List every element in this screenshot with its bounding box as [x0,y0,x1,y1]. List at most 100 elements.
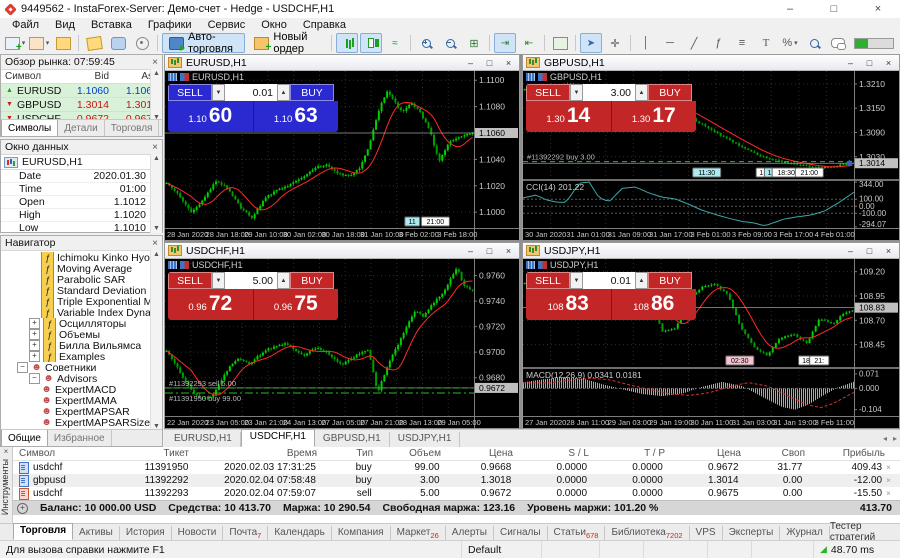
chart-window-titlebar[interactable]: USDCHF,H1–□× [165,243,519,259]
buy-button[interactable]: BUY [290,84,334,101]
depth-icon[interactable] [180,261,189,269]
navigator-item[interactable]: Variable Index Dynamic A [1,307,162,318]
buy-price[interactable]: 0.9675 [253,289,339,320]
autotrading-button[interactable]: Авто-торговля [162,33,245,53]
market-watch-row[interactable]: ▼GBPUSD1.30141.3017 [1,98,162,112]
buy-button[interactable]: BUY [648,84,692,101]
market-watch-scrollbar[interactable]: ▲▼ [150,69,162,122]
navigator-item[interactable]: +Билла Вильямса [1,340,162,351]
depth-icon[interactable] [180,73,189,81]
terminal-tab-Алерты[interactable]: Алерты [446,526,494,540]
volume-down-icon[interactable]: ▼ [212,84,225,101]
search-button[interactable] [803,33,825,53]
expander-icon[interactable]: + [29,329,40,340]
indicators-button[interactable] [549,33,571,53]
volume-up-icon[interactable]: ▲ [635,84,648,101]
navigator-item[interactable]: ExpertMACD [1,384,162,395]
crosshair-button[interactable]: ✛ [604,33,626,53]
close-icon[interactable]: × [881,57,896,69]
order-row[interactable]: gbpusd113922922020.02.04 07:58:48buy3.00… [13,474,900,487]
maximize-icon[interactable]: □ [862,245,877,257]
navigator-item[interactable]: Moving Average [1,263,162,274]
navigator-item[interactable]: ExpertMAMA [1,395,162,406]
data-window-toggle[interactable] [107,33,129,53]
chart-window-titlebar[interactable]: EURUSD,H1–□× [165,55,519,71]
zoom-in-button[interactable] [415,33,437,53]
menu-item-5[interactable]: Окно [253,19,295,31]
close-icon[interactable]: × [0,447,12,457]
expander-icon[interactable]: − [29,373,40,384]
chart-shift-button[interactable]: ⇤ [518,33,540,53]
new-order-button[interactable]: Новый ордер [247,33,327,53]
volume-input[interactable]: 5.00 [225,272,277,289]
close-icon[interactable]: × [501,57,516,69]
mw-tab-1[interactable]: Детали [58,120,104,136]
auto-scroll-button[interactable]: ⇥ [494,33,516,53]
close-icon[interactable]: × [501,245,516,257]
sell-button[interactable]: SELL [168,272,212,289]
navigator-scrollbar[interactable]: ▲▼ [150,250,162,431]
expander-icon[interactable]: + [29,340,40,351]
buy-button[interactable]: BUY [290,272,334,289]
terminal-col-0[interactable]: Символ [13,448,97,459]
nav-tab-0[interactable]: Общие [1,429,48,446]
close-icon[interactable]: × [152,142,158,153]
expander-icon[interactable]: + [29,318,40,329]
terminal-col-6[interactable]: S / L [517,448,593,459]
menu-item-1[interactable]: Вид [47,19,83,31]
navigator-item[interactable]: +Examples [1,351,162,362]
sell-price[interactable]: 0.9672 [168,289,253,320]
mw-tab-0[interactable]: Символы [1,119,58,136]
mw-col-bid[interactable]: Bid [64,71,113,82]
hline-button[interactable]: ─ [659,33,681,53]
terminal-tab-Журнал[interactable]: Журнал [780,526,830,540]
close-icon[interactable]: × [152,57,158,68]
scroll-left-icon[interactable]: ◂ [883,434,887,443]
chat-button[interactable] [827,33,849,53]
chart-window-titlebar[interactable]: USDJPY,H1–□× [523,243,899,259]
menu-item-6[interactable]: Справка [295,19,354,31]
chart-canvas[interactable]: 02:301821:0.0710.000-0.104MACD(12,26,9) … [523,259,899,428]
mw-tab-3[interactable]: Тик [159,120,162,136]
volume-input[interactable]: 0.01 [583,272,635,289]
sell-button[interactable]: SELL [168,84,212,101]
sell-button[interactable]: SELL [526,84,570,101]
data-window-scrollbar[interactable]: ▲▼ [150,154,162,233]
close-icon[interactable]: × [881,245,896,257]
candlestick-button[interactable] [360,33,382,53]
cursor-button[interactable]: ➤ [580,33,602,53]
market-watch-row[interactable]: ▲EURUSD1.10601.1063 [1,84,162,98]
terminal-col-7[interactable]: T / P [593,448,669,459]
chart-tab-3[interactable]: USDJPY,H1 [390,432,461,447]
status-profile[interactable]: Default [462,541,542,558]
order-row[interactable]: usdchf113922932020.02.04 07:59:07sell5.0… [13,487,900,500]
volume-down-icon[interactable]: ▼ [570,84,583,101]
zoom-out-button[interactable] [439,33,461,53]
fibonacci-button[interactable]: ƒ [707,33,729,53]
menu-item-2[interactable]: Вставка [83,19,140,31]
line-chart-button[interactable]: ≈ [384,33,406,53]
navigator-item[interactable]: +Объемы [1,329,162,340]
terminal-tab-Новости[interactable]: Новости [172,526,224,540]
terminal-tab-Библиотека[interactable]: Библиотека7202 [605,526,689,540]
navigator-item[interactable]: Standard Deviation [1,285,162,296]
terminal-col-9[interactable]: Своп [745,448,809,459]
volume-input[interactable]: 3.00 [583,84,635,101]
terminal-col-4[interactable]: Объем [377,448,445,459]
sell-price[interactable]: 1.3014 [526,101,611,132]
terminal-tab-VPS[interactable]: VPS [690,526,723,540]
terminal-col-10[interactable]: Прибыль [809,448,889,459]
market-watch-toggle[interactable] [83,33,105,53]
depth-icon[interactable] [538,73,547,81]
chart-window-titlebar[interactable]: GBPUSD,H1–□× [523,55,899,71]
minimize-icon[interactable]: – [463,245,478,257]
terminal-tab-Сигналы[interactable]: Сигналы [494,526,548,540]
minimize-icon[interactable]: – [843,245,858,257]
terminal-tab-Активы[interactable]: Активы [73,526,120,540]
maximize-icon[interactable]: □ [482,245,497,257]
navigator-item[interactable]: ExpertMAPSAR [1,406,162,417]
close-order-icon[interactable]: × [886,489,900,498]
chart-canvas[interactable]: 1121:001.11001.10801.10601.10401.10201.1… [165,71,519,240]
mw-col-symbol[interactable]: Символ [5,71,64,82]
terminal-tab-Эксперты[interactable]: Эксперты [723,526,781,540]
